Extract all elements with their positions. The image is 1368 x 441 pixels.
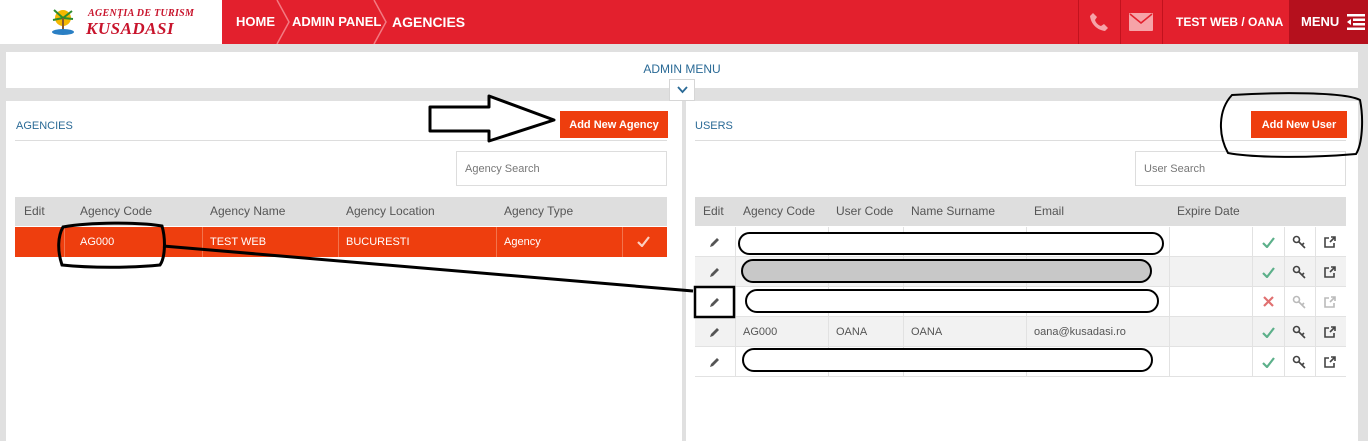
key-icon[interactable] — [1292, 325, 1307, 339]
agencies-title: AGENCIES — [16, 120, 73, 132]
logo-tagline: AGENȚIA DE TURISM — [88, 8, 195, 19]
user-search-input[interactable] — [1135, 151, 1346, 186]
user-account-label[interactable]: TEST WEB / OANA — [1176, 0, 1283, 44]
admin-menu-title[interactable]: ADMIN MENU — [6, 62, 1358, 76]
add-new-agency-button[interactable]: Add New Agency — [560, 111, 668, 138]
column-header-user-code[interactable]: User Code — [836, 197, 893, 226]
menu-list-icon — [1347, 14, 1365, 30]
column-header-agency-type[interactable]: Agency Type — [504, 197, 573, 226]
users-divider — [695, 140, 1346, 141]
checkmark-icon[interactable] — [1262, 267, 1275, 278]
palm-sun-logo-icon — [52, 9, 74, 35]
checkmark-icon[interactable] — [637, 236, 650, 247]
email-cell: oana@kusadasi.ro — [1034, 326, 1126, 338]
breadcrumb-home[interactable]: HOME — [236, 0, 275, 44]
breadcrumb-separator-icon — [373, 0, 387, 44]
column-header-email[interactable]: Email — [1034, 197, 1064, 226]
cross-icon[interactable] — [1263, 296, 1274, 307]
redacted-row-overlay — [742, 348, 1153, 372]
pencil-edit-icon[interactable] — [708, 296, 721, 309]
redacted-row-overlay — [745, 289, 1159, 313]
column-header-agency-code[interactable]: Agency Code — [80, 197, 152, 226]
external-link-icon[interactable] — [1323, 265, 1337, 279]
breadcrumb-admin-panel[interactable]: ADMIN PANEL — [292, 0, 381, 44]
column-header-edit: Edit — [24, 204, 45, 218]
phone-icon[interactable] — [1088, 11, 1110, 33]
key-icon[interactable] — [1292, 265, 1307, 279]
logo-name: KUSADASI — [86, 19, 175, 38]
table-row[interactable]: AG000 OANA OANA oana@kusadasi.ro — [695, 317, 1346, 347]
column-header-agency-code[interactable]: Agency Code — [743, 197, 815, 226]
menu-label: MENU — [1301, 14, 1340, 29]
redacted-row-overlay — [738, 232, 1164, 255]
agency-name-cell: TEST WEB — [210, 236, 267, 248]
external-link-icon[interactable] — [1323, 355, 1337, 369]
breadcrumb-agencies: AGENCIES — [392, 14, 466, 30]
agency-code-cell: AG000 — [80, 236, 115, 248]
agency-type-cell: Agency — [504, 236, 541, 248]
users-title: USERS — [695, 120, 733, 132]
column-header-agency-name[interactable]: Agency Name — [210, 197, 285, 226]
pencil-edit-icon[interactable] — [708, 236, 721, 249]
key-icon[interactable] — [1292, 355, 1307, 369]
key-icon[interactable] — [1292, 235, 1307, 249]
agencies-table-header: Edit Agency Code Agency Name Agency Loca… — [15, 197, 667, 226]
pencil-edit-icon[interactable] — [708, 356, 721, 369]
table-row[interactable]: AG000 TEST WEB BUCURESTI Agency — [15, 227, 667, 257]
name-surname-cell: OANA — [911, 326, 943, 338]
key-icon — [1292, 295, 1306, 309]
external-link-icon[interactable] — [1323, 235, 1337, 249]
header-divider — [1120, 0, 1121, 44]
checkmark-icon[interactable] — [1262, 237, 1275, 248]
breadcrumb-separator-icon — [276, 0, 290, 44]
logo[interactable]: AGENȚIA DE TURISM KUSADASI — [0, 0, 222, 44]
header-divider — [1162, 0, 1163, 44]
pencil-edit-icon[interactable] — [708, 326, 721, 339]
redacted-row-overlay — [741, 259, 1152, 283]
chevron-down-icon — [677, 86, 688, 94]
envelope-icon[interactable] — [1129, 13, 1153, 31]
column-header-edit: Edit — [703, 204, 724, 218]
column-header-agency-location[interactable]: Agency Location — [346, 197, 435, 226]
agency-location-cell: BUCURESTI — [346, 236, 410, 248]
agency-code-cell: AG000 — [743, 326, 778, 338]
external-link-icon — [1324, 296, 1336, 308]
agencies-divider — [15, 140, 667, 141]
admin-menu-toggle[interactable] — [669, 79, 695, 101]
checkmark-icon[interactable] — [1262, 327, 1275, 338]
column-header-name-surname[interactable]: Name Surname — [911, 197, 995, 226]
users-table-header: Edit Agency Code User Code Name Surname … — [695, 197, 1346, 226]
top-header: AGENȚIA DE TURISM KUSADASI HOME ADMIN PA… — [0, 0, 1368, 44]
agency-search-input[interactable] — [456, 151, 667, 186]
menu-button[interactable]: MENU — [1289, 0, 1368, 44]
pencil-edit-icon[interactable] — [708, 266, 721, 279]
header-divider — [1078, 0, 1079, 44]
add-new-user-button[interactable]: Add New User — [1251, 111, 1347, 138]
external-link-icon[interactable] — [1323, 325, 1337, 339]
checkmark-icon[interactable] — [1262, 357, 1275, 368]
user-code-cell: OANA — [836, 326, 868, 338]
column-header-expire-date[interactable]: Expire Date — [1177, 197, 1240, 226]
